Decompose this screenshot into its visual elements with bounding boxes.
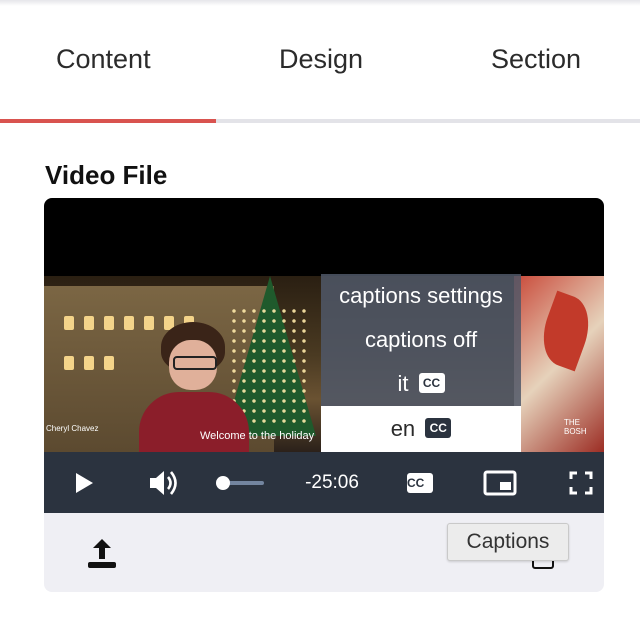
- play-icon: [76, 472, 93, 493]
- picture-in-picture-icon: [483, 470, 517, 495]
- tab-active-indicator: [0, 119, 216, 123]
- captions-tooltip: Captions: [447, 523, 569, 561]
- fullscreen-icon: [569, 471, 593, 494]
- picture-in-picture-button[interactable]: [482, 452, 518, 513]
- progress-handle[interactable]: [216, 476, 230, 490]
- presenter-name: Cheryl Chavez: [46, 424, 99, 433]
- video-file-label: Video File: [45, 160, 168, 190]
- video-player[interactable]: Cheryl Chavez Welcome to the holiday THE…: [44, 198, 604, 513]
- captions-menu: captions settings captions off it CC en …: [321, 274, 521, 452]
- remaining-time: -25:06: [305, 471, 359, 493]
- control-bar: -25:06 CC: [44, 452, 604, 513]
- play-button[interactable]: [66, 452, 102, 513]
- fullscreen-button[interactable]: [564, 452, 598, 513]
- video-subtitle: Welcome to the holiday: [200, 430, 315, 442]
- volume-button[interactable]: [144, 452, 184, 513]
- captions-button[interactable]: CC: [404, 452, 436, 513]
- cc-icon: CC: [418, 373, 445, 394]
- upload-button[interactable]: [82, 533, 122, 573]
- menu-item-label: it: [397, 371, 409, 396]
- menu-item-it[interactable]: it CC: [321, 362, 521, 406]
- menu-item-label: en: [390, 416, 416, 441]
- tab-design[interactable]: Design: [279, 44, 363, 75]
- upload-icon: [88, 539, 116, 568]
- cc-icon: CC: [425, 418, 452, 439]
- corner-tag: THE BOSH: [564, 418, 587, 436]
- menu-item-label: captions settings: [339, 283, 503, 308]
- menu-item-captions-off[interactable]: captions off: [321, 318, 521, 362]
- captions-icon: CC: [407, 472, 433, 493]
- progress-bar[interactable]: [224, 481, 264, 485]
- menu-item-en[interactable]: en CC: [321, 406, 521, 452]
- menu-item-label: captions off: [364, 327, 478, 352]
- volume-icon: [150, 470, 177, 495]
- tab-section[interactable]: Section: [491, 44, 581, 75]
- tab-bar: Content Design Section: [0, 0, 640, 124]
- menu-item-captions-settings[interactable]: captions settings: [321, 274, 521, 318]
- tab-content[interactable]: Content: [56, 44, 151, 75]
